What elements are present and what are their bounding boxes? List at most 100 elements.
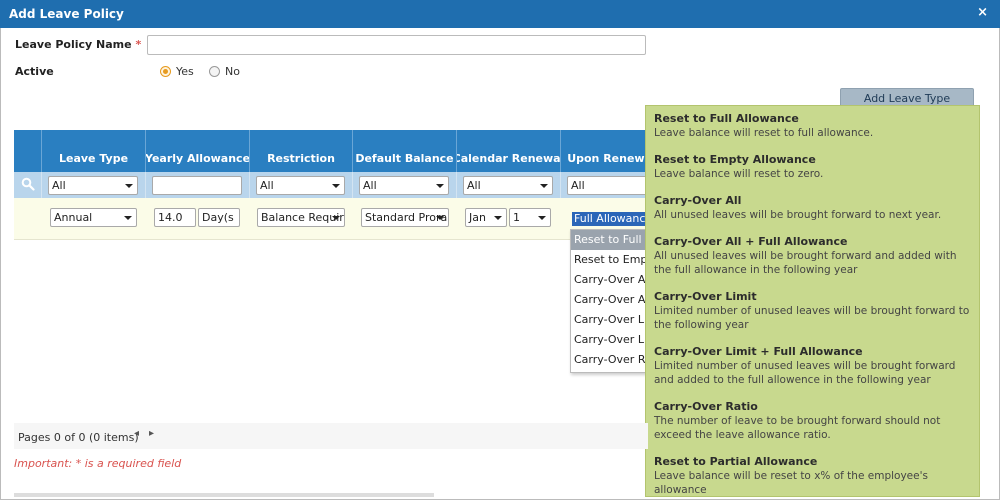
filter-default-balance-select[interactable]: All <box>359 176 449 195</box>
chevron-down-icon <box>540 184 548 188</box>
dropdown-option[interactable]: Carry-Over Rati <box>571 350 649 370</box>
tooltip-item: Carry-Over All All unused leaves will be… <box>654 194 971 222</box>
chevron-down-icon <box>124 216 132 220</box>
grid-header: Leave Type Yearly Allowance Restriction … <box>14 130 662 172</box>
prev-page-icon[interactable]: ◂ <box>134 428 139 439</box>
filter-leave-type-value: All <box>52 179 66 192</box>
active-yes-radio[interactable]: Yes <box>160 65 194 78</box>
active-no-radio[interactable]: No <box>209 65 240 78</box>
pager-info: Pages 0 of 0 (0 items) <box>18 431 139 444</box>
tooltip-item-desc: The number of leave to be brought forwar… <box>654 415 941 441</box>
tooltip-item: Carry-Over All + Full Allowance All unus… <box>654 235 971 277</box>
filter-upon-renewal-value: All <box>571 179 585 192</box>
next-page-icon[interactable]: ▸ <box>149 428 154 439</box>
filter-leave-type-select[interactable]: All <box>48 176 138 195</box>
column-header-yearly-allowance[interactable]: Yearly Allowance <box>146 130 250 172</box>
column-header-restriction[interactable]: Restriction <box>250 130 353 172</box>
dropdown-option[interactable]: Carry-Over Limi <box>571 310 649 330</box>
dialog-title: Add Leave Policy <box>9 7 124 21</box>
required-field-note: Important: * is a required field <box>14 457 182 470</box>
chevron-down-icon <box>436 216 444 220</box>
tooltip-item-title: Reset to Partial Allowance <box>654 455 818 468</box>
row-cell-default-balance: Standard Prora <box>353 198 457 239</box>
required-mark: * <box>135 38 142 51</box>
policy-name-label: Leave Policy Name * <box>15 38 141 51</box>
close-icon[interactable]: × <box>977 5 988 20</box>
tooltip-item-title: Reset to Empty Allowance <box>654 153 816 166</box>
row-cell-leave-type: Annual <box>42 198 146 239</box>
filter-calendar-renewal-select[interactable]: All <box>463 176 553 195</box>
renewal-day-select[interactable]: 1 <box>509 208 551 227</box>
tooltip-item-desc: Leave balance will reset to zero. <box>654 168 824 180</box>
dropdown-option[interactable]: Carry-Over All + <box>571 290 649 310</box>
yes-label: Yes <box>176 65 194 78</box>
default-balance-value: Standard Prora <box>365 211 448 224</box>
tooltip-item-desc: Leave balance will be reset to x% of the… <box>654 470 928 496</box>
chevron-down-icon <box>332 216 340 220</box>
leave-type-select[interactable]: Annual <box>50 208 137 227</box>
dropdown-option[interactable]: Carry-Over Limi <box>571 330 649 350</box>
tooltip-item-desc: Leave balance will reset to full allowan… <box>654 127 874 139</box>
renewal-day-value: 1 <box>513 211 520 224</box>
tooltip-item: Reset to Partial Allowance Leave balance… <box>654 455 971 496</box>
policy-name-label-text: Leave Policy Name <box>15 38 132 51</box>
search-icon[interactable] <box>21 177 35 191</box>
allowance-unit-select[interactable]: Day(s <box>198 208 240 227</box>
chevron-down-icon <box>494 216 502 220</box>
filter-restriction-select[interactable]: All <box>256 176 345 195</box>
tooltip-item-title: Reset to Full Allowance <box>654 112 799 125</box>
tooltip-item-title: Carry-Over Limit + Full Allowance <box>654 345 863 358</box>
filter-yearly-allowance-input[interactable] <box>152 176 242 195</box>
dropdown-option[interactable]: Carry-Over All <box>571 270 649 290</box>
dropdown-option[interactable]: Reset to Empty <box>571 250 649 270</box>
tooltip-item: Reset to Full Allowance Leave balance wi… <box>654 112 971 140</box>
tooltip-item-title: Carry-Over All <box>654 194 742 207</box>
upon-renewal-select[interactable]: Full Allowance <box>572 212 655 226</box>
filter-cell-restriction: All <box>250 172 353 198</box>
tooltip-item-title: Carry-Over Limit <box>654 290 757 303</box>
filter-cell-calendar-renewal: All <box>457 172 561 198</box>
filter-upon-renewal-select[interactable]: All <box>567 176 657 195</box>
tooltip-item-desc: Limited number of unused leaves will be … <box>654 360 956 386</box>
no-label: No <box>225 65 240 78</box>
column-header-default-balance[interactable]: Default Balance <box>353 130 457 172</box>
column-header-leave-type[interactable]: Leave Type <box>42 130 146 172</box>
policy-name-input[interactable] <box>147 35 646 55</box>
horizontal-scrollbar[interactable] <box>14 493 434 497</box>
grid-header-spacer <box>14 130 42 172</box>
default-balance-select[interactable]: Standard Prora <box>361 208 449 227</box>
row-spacer <box>14 198 42 239</box>
chevron-down-icon <box>436 184 444 188</box>
pager: Pages 0 of 0 (0 items) ◂ ▸ <box>14 423 648 449</box>
filter-default-balance-value: All <box>363 179 377 192</box>
tooltip-item: Carry-Over Limit Limited number of unuse… <box>654 290 971 332</box>
tooltip-item: Carry-Over Limit + Full Allowance Limite… <box>654 345 971 387</box>
restriction-select[interactable]: Balance Requir <box>257 208 345 227</box>
filter-calendar-renewal-value: All <box>467 179 481 192</box>
renewal-month-value: Jan <box>469 211 486 224</box>
tooltip-item-desc: All unused leaves will be brought forwar… <box>654 250 957 276</box>
row-cell-calendar-renewal: Jan 1 <box>457 198 561 239</box>
allowance-unit-value: Day(s <box>202 211 234 224</box>
tooltip-item-desc: All unused leaves will be brought forwar… <box>654 209 942 221</box>
upon-renewal-tooltip: Reset to Full Allowance Leave balance wi… <box>645 105 980 497</box>
row-cell-restriction: Balance Requir <box>250 198 353 239</box>
tooltip-item: Carry-Over Ratio The number of leave to … <box>654 400 971 442</box>
filter-row: All All All All All <box>14 172 662 198</box>
dropdown-option[interactable]: Reset to Full A <box>571 230 649 250</box>
active-label: Active <box>15 65 54 78</box>
radio-selected-icon <box>160 66 171 77</box>
chevron-down-icon <box>332 184 340 188</box>
chevron-down-icon <box>538 216 546 220</box>
tooltip-item: Reset to Empty Allowance Leave balance w… <box>654 153 971 181</box>
column-header-calendar-renewal[interactable]: Calendar Renewal <box>457 130 561 172</box>
leave-type-value: Annual <box>54 211 93 224</box>
tooltip-item-desc: Limited number of unused leaves will be … <box>654 305 970 331</box>
allowance-value-input[interactable]: 14.0 <box>154 208 196 227</box>
filter-cell-default-balance: All <box>353 172 457 198</box>
tooltip-item-title: Carry-Over Ratio <box>654 400 758 413</box>
filter-cell-leave-type: All <box>42 172 146 198</box>
filter-search-cell <box>14 172 42 198</box>
renewal-month-select[interactable]: Jan <box>465 208 507 227</box>
table-row: Annual 14.0 Day(s Balance Requir Standar… <box>14 198 662 240</box>
